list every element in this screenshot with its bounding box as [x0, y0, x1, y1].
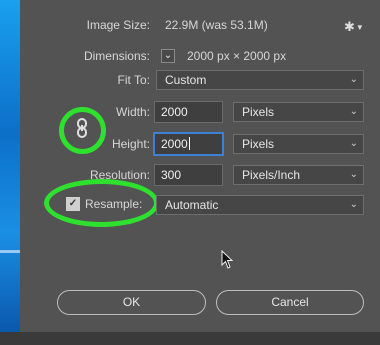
height-value: 2000 — [161, 137, 188, 151]
mouse-pointer-icon — [221, 250, 234, 269]
resample-method-value: Automatic — [165, 198, 219, 212]
settings-menu-button[interactable]: ✱▼ — [344, 19, 366, 35]
width-value: 2000 — [161, 105, 188, 119]
resolution-unit-select[interactable]: Pixels/Inch ⌄ — [233, 165, 364, 185]
resample-highlight-ellipse — [44, 179, 159, 227]
resample-method-select[interactable]: Automatic ⌄ — [156, 195, 364, 215]
chevron-down-icon: ⌄ — [349, 138, 358, 149]
height-input[interactable]: 2000 — [154, 133, 223, 155]
gear-icon: ✱ — [344, 19, 355, 34]
resolution-unit-value: Pixels/Inch — [242, 168, 301, 182]
height-unit-value: Pixels — [242, 137, 275, 151]
ok-button[interactable]: OK — [57, 290, 206, 315]
width-input[interactable]: 2000 — [154, 101, 223, 123]
chevron-down-icon: ⌄ — [349, 169, 358, 180]
dialog-bottom-edge — [0, 332, 380, 345]
resolution-input[interactable]: 300 — [154, 164, 223, 186]
fit-to-select[interactable]: Custom ⌄ — [156, 70, 364, 90]
chevron-down-icon: ⌄ — [349, 74, 358, 85]
chevron-down-icon: ⌄ — [349, 106, 358, 117]
chevron-down-icon: ⌄ — [349, 199, 358, 210]
text-cursor — [188, 137, 190, 150]
image-size-label: Image Size: — [86, 18, 150, 32]
dimensions-label: Dimensions: — [83, 49, 150, 63]
height-label: Height: — [111, 137, 150, 151]
fit-to-label: Fit To: — [117, 73, 150, 87]
cancel-button[interactable]: Cancel — [216, 290, 364, 315]
image-preview — [0, 0, 20, 332]
dimensions-value: 2000 px × 2000 px — [187, 49, 287, 63]
height-unit-select[interactable]: Pixels ⌄ — [233, 134, 364, 154]
width-unit-value: Pixels — [242, 105, 275, 119]
fit-to-value: Custom — [165, 73, 207, 87]
image-size-value: 22.9M (was 53.1M) — [165, 18, 268, 32]
width-unit-select[interactable]: Pixels ⌄ — [233, 102, 364, 122]
resolution-value: 300 — [161, 168, 182, 182]
dimensions-toggle[interactable]: ⌄ — [161, 49, 175, 63]
chevron-down-icon: ▼ — [355, 23, 364, 32]
chevron-down-icon: ⌄ — [163, 50, 173, 61]
